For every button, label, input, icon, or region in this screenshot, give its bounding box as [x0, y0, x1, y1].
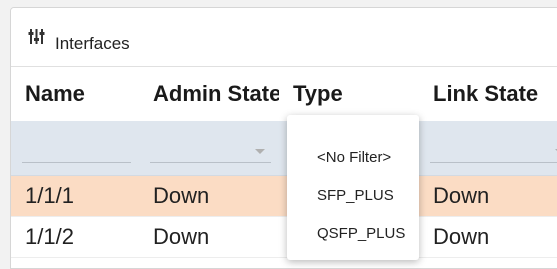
filter-row — [11, 121, 557, 176]
column-header-type[interactable]: Type — [279, 67, 419, 121]
interfaces-panel: Interfaces Name Admin State Type Link St… — [10, 7, 557, 269]
table-row[interactable]: 1/1/1 Down Down — [11, 176, 557, 217]
cell-link-state: Down — [433, 183, 490, 208]
admin-state-filter[interactable] — [139, 121, 279, 175]
dropdown-option-qsfp-plus[interactable]: QSFP_PLUS — [287, 216, 419, 252]
sliders-icon — [28, 29, 45, 44]
name-filter[interactable] — [11, 121, 139, 175]
cell-name: 1/1/2 — [25, 224, 74, 249]
column-header-admin-state[interactable]: Admin State — [139, 67, 279, 121]
table-header-row: Name Admin State Type Link State — [11, 67, 557, 122]
panel-title: Interfaces — [55, 34, 130, 53]
type-filter-dropdown: <No Filter> SFP_PLUS QSFP_PLUS — [287, 115, 419, 260]
cell-name: 1/1/1 — [25, 183, 74, 208]
cell-link-state: Down — [433, 224, 490, 249]
column-header-name[interactable]: Name — [11, 67, 139, 121]
column-header-link-state[interactable]: Link State — [419, 67, 557, 121]
link-state-filter[interactable] — [419, 121, 557, 175]
admin-state-filter-select[interactable] — [150, 138, 271, 163]
cell-admin-state: Down — [153, 224, 210, 249]
table-row[interactable]: 1/1/2 Down Down — [11, 217, 557, 258]
dropdown-option-no-filter[interactable]: <No Filter> — [287, 140, 419, 176]
name-filter-input[interactable] — [22, 138, 131, 163]
link-state-filter-select[interactable] — [430, 138, 557, 163]
cell-admin-state: Down — [153, 183, 210, 208]
panel-header: Interfaces — [11, 8, 557, 67]
dropdown-option-sfp-plus[interactable]: SFP_PLUS — [287, 178, 419, 214]
dropdown-arrow-icon — [255, 149, 265, 154]
